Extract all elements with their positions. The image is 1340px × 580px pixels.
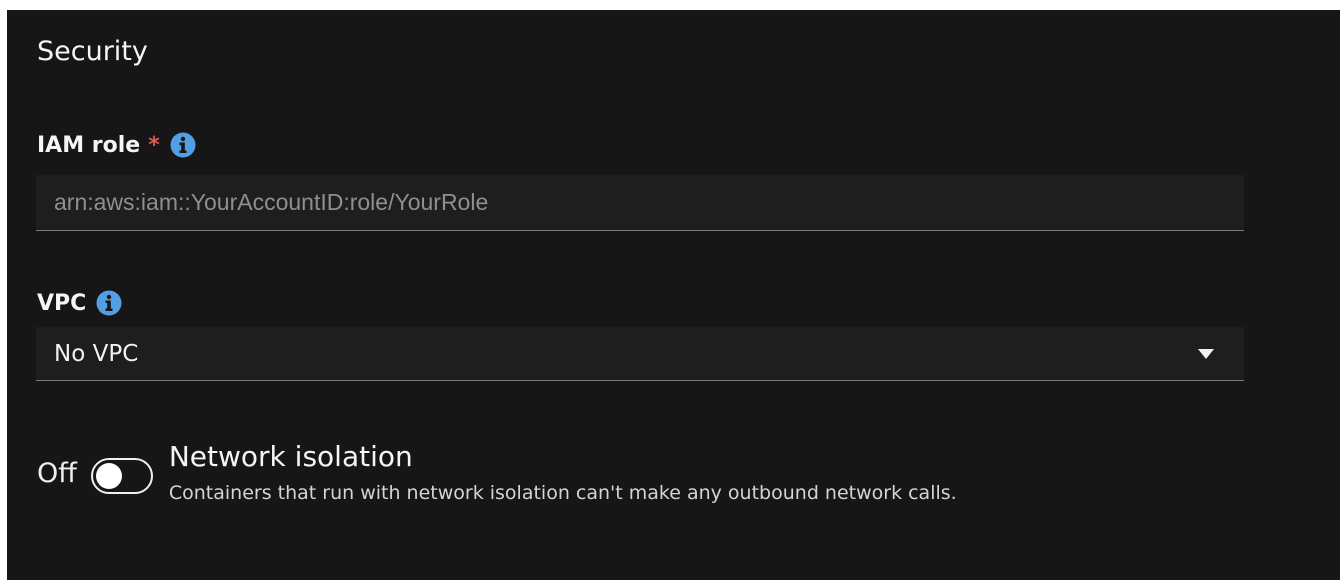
network-isolation-text: Network isolation Containers that run wi…	[169, 440, 957, 504]
info-icon[interactable]	[170, 132, 196, 158]
toggle-knob	[95, 463, 122, 489]
security-panel: Security IAM role * VPC No VPC Off	[7, 10, 1340, 580]
iam-role-label: IAM role	[37, 132, 141, 158]
vpc-selected-value: No VPC	[54, 340, 139, 367]
info-icon[interactable]	[96, 290, 122, 316]
vpc-label-row: VPC	[37, 290, 122, 316]
network-isolation-row: Off Network isolation Containers that ru…	[37, 440, 957, 504]
network-isolation-title: Network isolation	[168, 440, 413, 473]
vpc-label: VPC	[37, 290, 87, 316]
caret-down-icon	[1198, 348, 1214, 359]
network-isolation-description: Containers that run with network isolati…	[168, 482, 957, 504]
iam-role-input[interactable]	[36, 175, 1244, 231]
section-title: Security	[37, 36, 148, 67]
vpc-select[interactable]: No VPC	[36, 327, 1244, 381]
required-indicator: *	[148, 132, 160, 158]
toggle-state-label: Off	[37, 458, 77, 489]
iam-role-label-row: IAM role *	[37, 132, 196, 158]
network-isolation-toggle[interactable]	[90, 458, 153, 494]
